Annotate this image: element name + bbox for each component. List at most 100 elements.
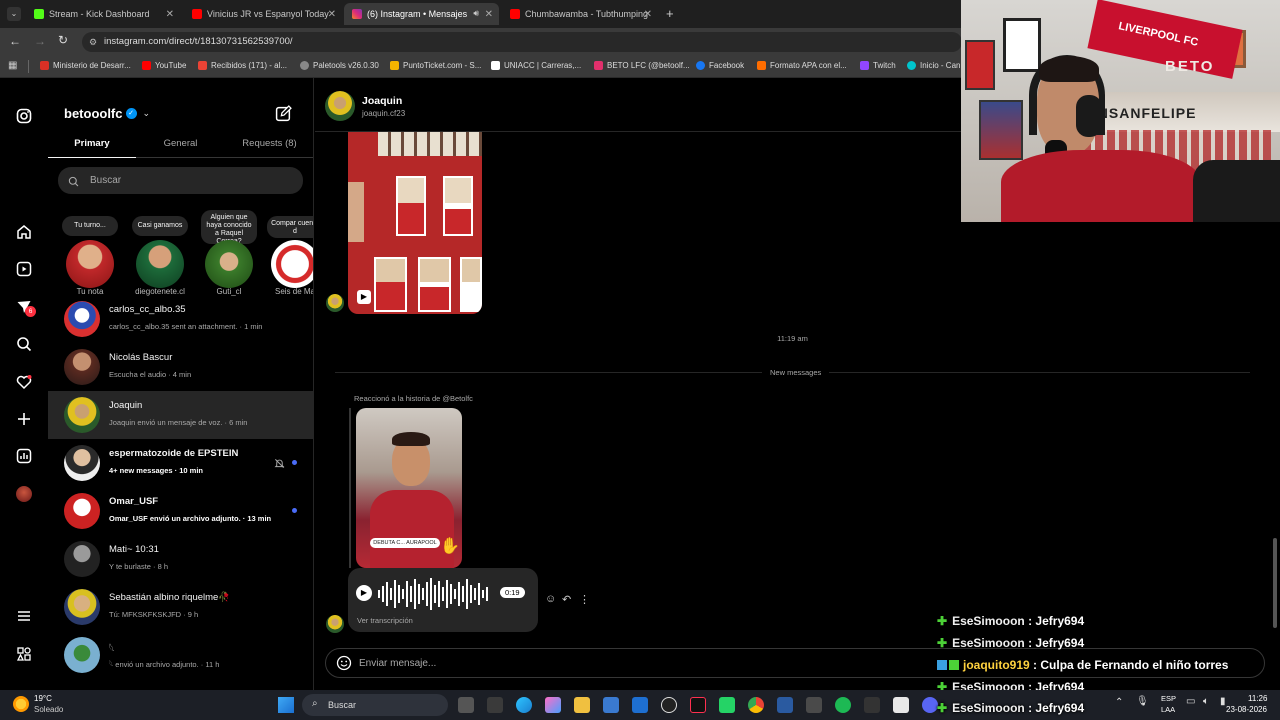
app-icon[interactable] <box>777 697 793 713</box>
whatsapp-icon[interactable] <box>719 697 735 713</box>
messages-icon[interactable]: 6 <box>14 297 36 317</box>
bookmark-item[interactable]: PuntoTicket.com - S... <box>390 61 481 70</box>
story-thumbnail[interactable]: DEBUTA C... AURAPOOL ✋ <box>356 408 462 568</box>
bookmark-item[interactable]: YouTube <box>142 61 186 70</box>
conversation-preview: Escucha el audio · 4 min <box>109 370 192 379</box>
tab-kick[interactable]: Stream - Kick Dashboard ✕ <box>26 3 180 25</box>
more-options-icon[interactable]: ⋮ <box>579 593 590 606</box>
taskbar-search[interactable]: ⌕ Buscar <box>302 694 448 716</box>
tab-label: Requests (8) <box>242 138 297 149</box>
tab-requests[interactable]: Requests (8) <box>225 130 313 158</box>
outlook-icon[interactable] <box>632 697 648 713</box>
discord-icon[interactable] <box>922 697 938 713</box>
tab-primary[interactable]: Primary <box>48 130 136 158</box>
conversation-item[interactable]: Omar_USF Omar_USF envió un archivo adjun… <box>48 487 313 535</box>
bookmark-item[interactable]: Recibidos (171) - al... <box>198 61 287 70</box>
tab-search-chevron-icon[interactable]: ⌄ <box>7 7 21 21</box>
bookmark-item[interactable]: Formato APA con el... <box>757 61 847 70</box>
bookmark-item[interactable]: Twitch <box>860 61 896 70</box>
edge-icon[interactable] <box>516 697 532 713</box>
back-arrow-icon[interactable]: ← <box>9 34 21 48</box>
play-button[interactable]: ▶ <box>356 585 372 601</box>
tab-instagram[interactable]: (6) Instagram • Mensajes 🔊︎ ✕ <box>344 3 499 25</box>
task-view-icon[interactable] <box>458 697 474 713</box>
avatar <box>66 240 114 288</box>
new-message-icon[interactable] <box>275 105 292 127</box>
url-field[interactable]: ⚙ instagram.com/direct/t/181307315625397… <box>82 32 962 52</box>
bookmark-item[interactable]: BETO LFC (@betoolf... <box>594 61 690 70</box>
bookmark-item[interactable]: Paletools v26.0.30 <box>300 61 379 70</box>
app-icon[interactable] <box>806 697 822 713</box>
site-info-icon[interactable]: ⚙ <box>89 32 97 52</box>
clock-time[interactable]: 11:26 <box>1248 694 1267 703</box>
search-icon <box>68 174 79 192</box>
close-icon[interactable]: ✕ <box>166 9 174 20</box>
chatgpt-icon[interactable] <box>661 697 677 713</box>
new-tab-button[interactable]: + <box>666 6 674 21</box>
conversation-item[interactable]: carlos_cc_albo.35 carlos_cc_albo.35 sent… <box>48 295 313 343</box>
conversation-preview: Omar_USF envió un archivo adjunto. · 13 … <box>109 514 272 523</box>
tab-youtube-vinicius[interactable]: Vinicius JR vs Espanyol Today ✕ <box>184 3 342 25</box>
tab-youtube-chumbawamba[interactable]: Chumbawamba - Tubthumping ✕ <box>502 3 658 25</box>
weather-icon[interactable] <box>13 696 29 712</box>
file-explorer-icon[interactable] <box>574 697 590 713</box>
language-top[interactable]: ESP <box>1161 694 1176 703</box>
conversation-item-selected[interactable]: Joaquin Joaquin envió un mensaje de voz.… <box>48 391 313 439</box>
dashboard-icon[interactable] <box>14 446 34 466</box>
bookmark-item[interactable]: UNIACC | Carreras,... <box>491 61 581 70</box>
bookmark-item[interactable]: Inicio - Can <box>907 61 960 70</box>
volume-icon[interactable]: 🔈︎ <box>1203 696 1209 707</box>
conversation-name: Joaquin <box>109 400 143 411</box>
conversation-item[interactable]: 𓆩 𓆩 envió un archivo adjunto. · 11 h <box>48 631 313 679</box>
bookmark-item[interactable]: Facebook <box>696 61 744 70</box>
start-button[interactable] <box>278 697 294 713</box>
reply-arrow-icon[interactable]: ↶ <box>562 593 571 606</box>
search-input[interactable]: Buscar <box>58 167 303 194</box>
microphone-icon[interactable]: 🎙︎ <box>1136 696 1149 707</box>
close-icon[interactable]: ✕ <box>644 9 652 20</box>
widgets-icon[interactable] <box>487 697 503 713</box>
close-icon[interactable]: ✕ <box>328 9 336 20</box>
bookmark-item[interactable]: Ministerio de Desarr... <box>40 61 131 70</box>
heart-icon[interactable] <box>14 372 34 392</box>
home-icon[interactable] <box>14 222 34 242</box>
search-icon: ⌕ <box>312 698 318 709</box>
language-bottom: LAA <box>1161 705 1176 714</box>
tab-general[interactable]: General <box>136 130 225 158</box>
profile-avatar[interactable] <box>14 484 34 504</box>
chrome-icon[interactable] <box>748 697 764 713</box>
conversation-item[interactable]: Nicolás Bascur Escucha el audio · 4 min <box>48 343 313 391</box>
account-switcher[interactable]: betooolfc ✓ ⌄ <box>64 106 150 121</box>
store-icon[interactable] <box>603 697 619 713</box>
voice-message-bubble[interactable]: ▶ 0:19 Ver transcripción <box>348 568 538 632</box>
scrollbar[interactable] <box>1273 538 1277 628</box>
gmail-icon <box>198 61 207 70</box>
conversation-item[interactable]: espermatozoide de EPSTEIN 4+ new message… <box>48 439 313 487</box>
transcript-link[interactable]: Ver transcripción <box>357 616 413 625</box>
network-icon[interactable]: ▭ <box>1186 696 1195 707</box>
tray-chevron-up-icon[interactable]: ⌃ <box>1115 697 1123 708</box>
url-text: instagram.com/direct/t/18130731562539700… <box>104 36 293 47</box>
reels-icon[interactable] <box>14 259 34 279</box>
instagram-logo-icon[interactable] <box>14 106 34 126</box>
emoji-icon[interactable] <box>336 655 352 676</box>
tiktok-icon[interactable] <box>690 697 706 713</box>
shared-image[interactable]: ▶ <box>348 132 482 314</box>
also-from-meta-icon[interactable] <box>14 644 34 664</box>
forward-arrow-icon[interactable]: → <box>34 34 46 48</box>
conversation-item[interactable]: Sebastián albino riquelme🥀 Tú: MFKSKFKSK… <box>48 583 313 631</box>
reload-icon[interactable]: ↻ <box>58 33 68 47</box>
spotify-icon[interactable] <box>835 697 851 713</box>
battery-icon[interactable]: ▮ <box>1220 696 1226 707</box>
apps-grid-icon[interactable]: ▦ <box>8 60 17 71</box>
menu-hamburger-icon[interactable] <box>14 606 34 626</box>
copilot-icon[interactable] <box>545 697 561 713</box>
react-emoji-icon[interactable]: ☺ <box>545 593 556 605</box>
speaker-icon[interactable]: 🔊︎ <box>473 8 479 19</box>
search-icon[interactable] <box>14 334 34 354</box>
app-icon[interactable] <box>864 697 880 713</box>
conversation-item[interactable]: Mati~ 10:31 Y te burlaste · 8 h <box>48 535 313 583</box>
notepad-icon[interactable] <box>893 697 909 713</box>
close-icon[interactable]: ✕ <box>485 9 493 20</box>
create-plus-icon[interactable] <box>14 409 34 429</box>
